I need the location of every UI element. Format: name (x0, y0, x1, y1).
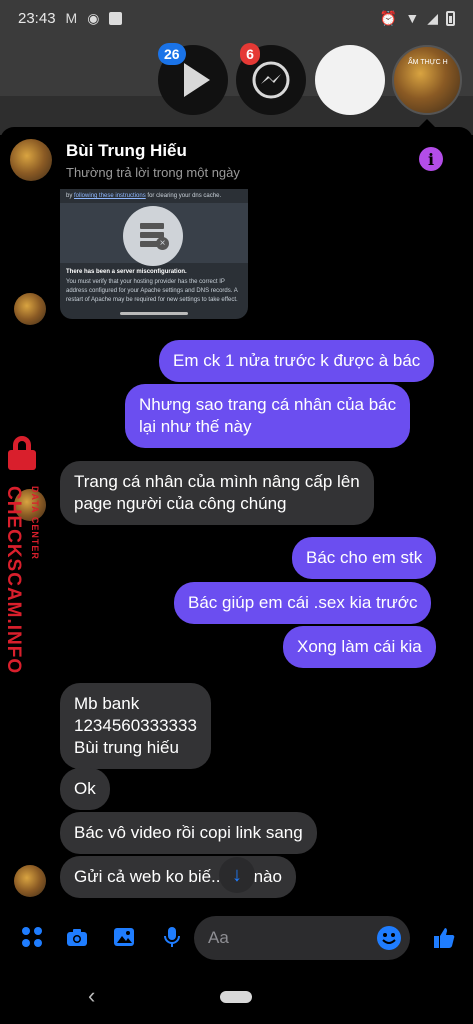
image-message[interactable]: by following these instructions for clea… (60, 189, 248, 319)
image-body: You must verify that your hosting provid… (66, 279, 238, 303)
message-line: Nhưng sao trang cá nhân của bác (139, 395, 397, 414)
message-bubble-incoming[interactable]: Gửi cả web ko biế... eo nào (60, 856, 296, 898)
composer: Aa (0, 907, 473, 969)
status-time: 23:43 (18, 9, 56, 27)
camera-icon[interactable] (64, 924, 90, 950)
unread-badge: 6 (240, 43, 260, 65)
message-bubble-outgoing[interactable]: Nhưng sao trang cá nhân của bác lại như … (125, 384, 411, 448)
avatar-sign-text: ẨM THỰC H (408, 59, 448, 66)
status-bar: 23:43 M ◉ ⏰ ▼ ◢ (0, 0, 473, 36)
avatar (14, 293, 46, 325)
image-link-text: following these instructions (74, 193, 146, 199)
chat-panel: Bùi Trung Hiếu Thường trả lời trong một … (0, 127, 473, 969)
message-bubble-outgoing[interactable]: Xong làm cái kia (283, 626, 436, 668)
messenger-chat-head[interactable]: 6 (236, 43, 306, 115)
message-bubble-incoming[interactable]: Mb bank 1234560333333 Bùi trung hiếu (60, 683, 211, 769)
messenger-icon (252, 61, 290, 99)
play-icon (184, 63, 210, 97)
avatar[interactable] (10, 139, 52, 181)
avatar (14, 865, 46, 897)
contact-chat-head[interactable]: ẨM THỰC H (392, 45, 462, 115)
thumbs-up-icon[interactable] (430, 924, 458, 952)
microphone-icon[interactable] (159, 924, 185, 950)
play-chat-head[interactable]: 26 (158, 43, 228, 115)
messenger-icon: ◉ (87, 9, 100, 26)
message-bubble-incoming[interactable]: Ok (60, 768, 110, 810)
unread-badge: 26 (158, 43, 186, 65)
info-icon[interactable]: i (419, 147, 443, 171)
contact-name[interactable]: Bùi Trung Hiếu (66, 141, 187, 161)
alarm-icon: ⏰ (379, 9, 398, 26)
signal-icon: ◢ (427, 9, 438, 26)
emoji-icon[interactable] (376, 925, 402, 951)
chat-header: Bùi Trung Hiếu Thường trả lời trong một … (0, 127, 473, 189)
message-bubble-incoming[interactable]: Trang cá nhân của mình nâng cấp lên page… (60, 461, 374, 525)
message-bubble-outgoing[interactable]: Em ck 1 nửa trước k được à bác (159, 340, 435, 382)
gmail-icon: M (65, 10, 78, 26)
battery-icon (446, 10, 455, 26)
notification-square-icon (109, 11, 123, 25)
watermark: CHECKSCAM.INFO DATA CENTER (0, 436, 50, 674)
back-icon[interactable]: ‹ (88, 983, 95, 1009)
message-bubble-incoming[interactable]: Bác vô video rồi copi link sang (60, 812, 317, 854)
image-top-text: by following these instructions for clea… (66, 193, 222, 199)
home-pill[interactable] (220, 991, 252, 1003)
message-line: Bùi trung hiếu (74, 738, 179, 757)
scroll-down-button[interactable]: ↓ (219, 857, 255, 893)
contact-status: Thường trả lời trong một ngày (66, 165, 240, 180)
message-line: page người của công chúng (74, 494, 287, 513)
blank-chat-head[interactable] (315, 45, 385, 115)
wifi-icon: ▼ (405, 10, 420, 26)
server-error-icon: × (123, 206, 183, 266)
message-line: Trang cá nhân của mình nâng cấp lên (74, 472, 360, 491)
message-bubble-outgoing[interactable]: Bác cho em stk (292, 537, 437, 579)
lock-icon (6, 436, 38, 470)
message-bubble-outgoing[interactable]: Bác giúp em cái .sex kia trước (174, 582, 432, 624)
arrow-down-icon: ↓ (232, 863, 242, 886)
menu-dots-icon[interactable] (19, 924, 45, 950)
image-handle (120, 312, 188, 315)
gallery-icon[interactable] (111, 924, 137, 950)
message-line: lại như thế này (139, 417, 252, 436)
watermark-subtext: DATA CENTER (30, 486, 40, 560)
image-title: There has been a server misconfiguration… (66, 269, 187, 275)
message-input-placeholder: Aa (208, 928, 229, 947)
message-line: Mb bank (74, 694, 140, 713)
watermark-text: CHECKSCAM.INFO (3, 486, 24, 675)
message-line: 1234560333333 (74, 716, 197, 735)
navigation-bar: ‹ (0, 969, 473, 1024)
